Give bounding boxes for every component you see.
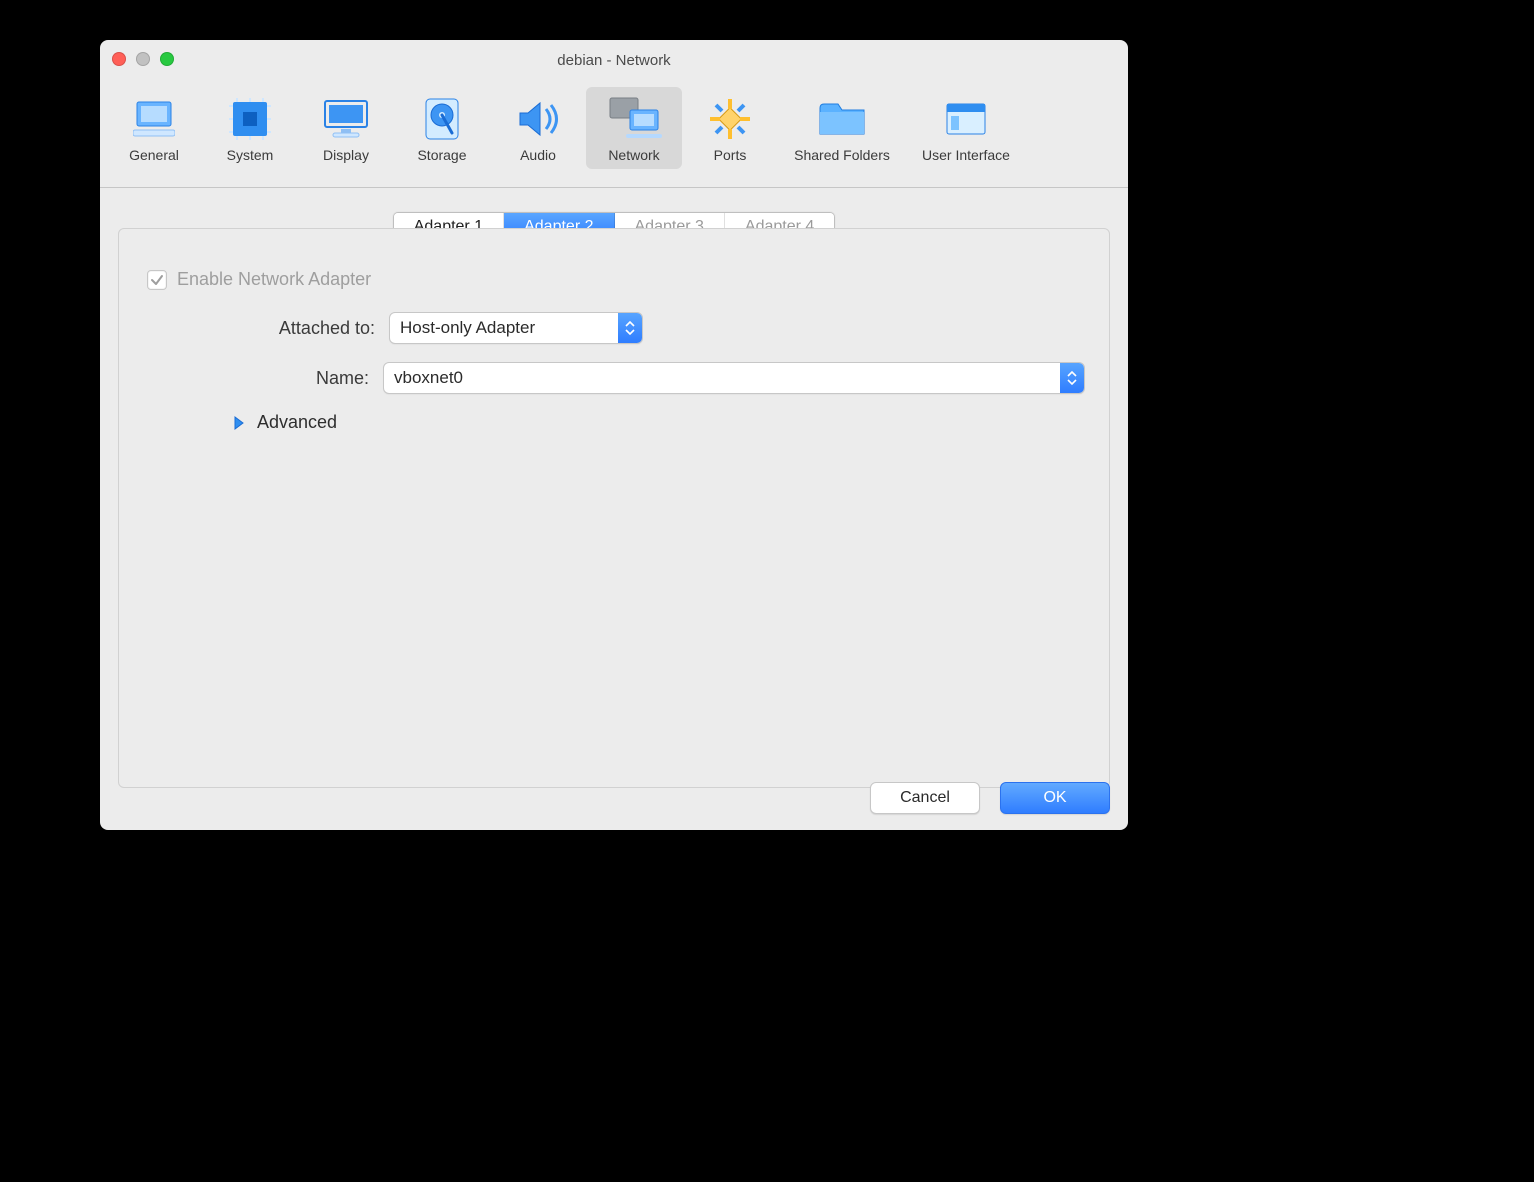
- dialog-footer: Cancel OK: [870, 782, 1110, 814]
- cancel-button[interactable]: Cancel: [870, 782, 980, 814]
- settings-window: debian - Network General System Display: [100, 40, 1128, 830]
- attached-to-value: Host-only Adapter: [390, 318, 618, 338]
- disclosure-triangle-icon: [233, 416, 245, 430]
- content-area: Adapter 1 Adapter 2 Adapter 3 Adapter 4 …: [100, 188, 1128, 806]
- attached-to-label: Attached to:: [143, 318, 389, 339]
- system-icon: [202, 93, 298, 145]
- window-controls: [112, 52, 174, 66]
- advanced-toggle[interactable]: Advanced: [233, 412, 1085, 433]
- toolbar-label: Network: [586, 147, 682, 163]
- zoom-button[interactable]: [160, 52, 174, 66]
- toolbar-item-shared-folders[interactable]: Shared Folders: [778, 87, 906, 169]
- user-interface-icon: [906, 93, 1026, 145]
- attached-to-select[interactable]: Host-only Adapter: [389, 312, 643, 344]
- audio-icon: [490, 93, 586, 145]
- toolbar-item-user-interface[interactable]: User Interface: [906, 87, 1026, 169]
- name-row: Name: vboxnet0: [143, 362, 1085, 394]
- name-label: Name:: [143, 368, 383, 389]
- shared-folders-icon: [778, 93, 906, 145]
- toolbar-item-audio[interactable]: Audio: [490, 87, 586, 169]
- advanced-label: Advanced: [257, 412, 337, 433]
- checkmark-icon: [150, 273, 164, 287]
- toolbar-label: General: [106, 147, 202, 163]
- adapter-form: Attached to: Host-only Adapter Name:: [143, 312, 1085, 433]
- toolbar-label: Audio: [490, 147, 586, 163]
- general-icon: [106, 93, 202, 145]
- toolbar-item-ports[interactable]: Ports: [682, 87, 778, 169]
- category-toolbar: General System Display Storage Audio: [100, 81, 1128, 188]
- titlebar: debian - Network: [100, 40, 1128, 81]
- enable-adapter-checkbox[interactable]: [147, 270, 167, 290]
- toolbar-label: Shared Folders: [778, 147, 906, 163]
- toolbar-label: Ports: [682, 147, 778, 163]
- enable-adapter-row: Enable Network Adapter: [147, 269, 1085, 290]
- minimize-button[interactable]: [136, 52, 150, 66]
- enable-adapter-label: Enable Network Adapter: [177, 269, 371, 290]
- window-title: debian - Network: [557, 52, 670, 69]
- network-icon: [586, 93, 682, 145]
- toolbar-label: Display: [298, 147, 394, 163]
- toolbar-item-network[interactable]: Network: [586, 87, 682, 169]
- select-arrows-icon: [618, 313, 642, 343]
- display-icon: [298, 93, 394, 145]
- toolbar-label: System: [202, 147, 298, 163]
- attached-to-row: Attached to: Host-only Adapter: [143, 312, 1085, 344]
- toolbar-item-system[interactable]: System: [202, 87, 298, 169]
- toolbar-item-display[interactable]: Display: [298, 87, 394, 169]
- toolbar-label: Storage: [394, 147, 490, 163]
- toolbar-item-general[interactable]: General: [106, 87, 202, 169]
- toolbar-label: User Interface: [906, 147, 1026, 163]
- close-button[interactable]: [112, 52, 126, 66]
- storage-icon: [394, 93, 490, 145]
- ports-icon: [682, 93, 778, 145]
- select-arrows-icon: [1060, 363, 1084, 393]
- toolbar-item-storage[interactable]: Storage: [394, 87, 490, 169]
- name-select[interactable]: vboxnet0: [383, 362, 1085, 394]
- adapter-panel: Enable Network Adapter Attached to: Host…: [118, 228, 1110, 788]
- ok-button[interactable]: OK: [1000, 782, 1110, 814]
- name-value: vboxnet0: [384, 368, 1060, 388]
